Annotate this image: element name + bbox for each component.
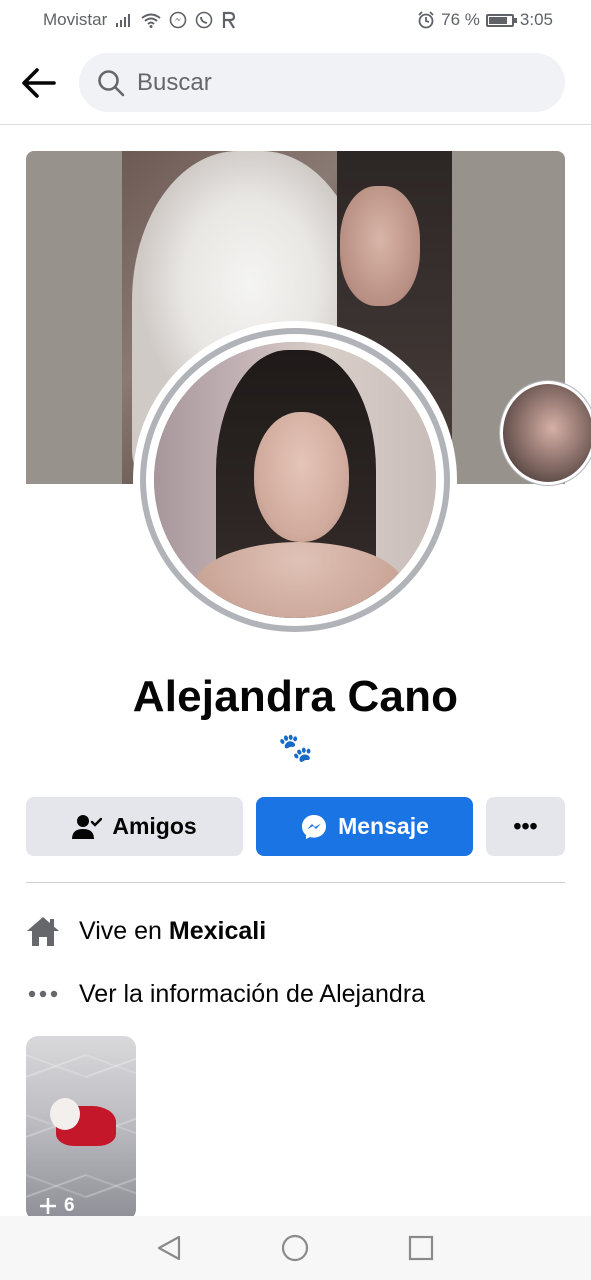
profile-picture[interactable] bbox=[133, 321, 457, 639]
search-icon bbox=[98, 69, 125, 96]
status-left: Movistar bbox=[43, 10, 237, 30]
battery-fill bbox=[488, 16, 508, 24]
alarm-icon bbox=[417, 11, 435, 29]
cover-person-face bbox=[340, 186, 420, 306]
system-navigation-bar bbox=[0, 1216, 591, 1280]
chat-head-avatar[interactable] bbox=[500, 381, 591, 485]
carrier-label: Movistar bbox=[43, 10, 108, 29]
profile-actions: Amigos Mensaje ••• bbox=[26, 797, 565, 856]
home-icon bbox=[26, 914, 60, 948]
photo-count-badge: 6 bbox=[40, 1195, 75, 1217]
back-button[interactable] bbox=[18, 62, 60, 104]
lives-in-prefix: Vive en bbox=[79, 916, 169, 945]
featured-photo-thumbnail[interactable]: 6 bbox=[26, 1036, 136, 1221]
nav-home-icon bbox=[281, 1234, 309, 1262]
nav-back-icon bbox=[157, 1235, 181, 1261]
more-options-button[interactable]: ••• bbox=[486, 797, 565, 856]
whatsapp-icon bbox=[195, 11, 213, 29]
nav-recent-button[interactable] bbox=[405, 1232, 437, 1264]
profile-picture-image bbox=[154, 342, 436, 618]
friend-check-icon bbox=[72, 814, 103, 839]
search-bar[interactable] bbox=[79, 53, 565, 112]
profile-page: Movistar 76 % 3:05 Buscar Alejandra Cano… bbox=[0, 0, 591, 1280]
profile-picture-ring bbox=[140, 328, 450, 632]
profile-name: Alejandra Cano bbox=[132, 672, 459, 721]
plus-icon bbox=[40, 1198, 56, 1214]
friends-label: Amigos bbox=[112, 813, 197, 839]
detail-lives-in: Vive en Mexicali bbox=[26, 911, 565, 951]
more-options-label: ••• bbox=[513, 813, 538, 839]
arrow-left-icon bbox=[22, 68, 56, 98]
status-right: 76 % 3:05 bbox=[417, 10, 553, 30]
see-about-info-link[interactable]: Ver la información de Alejandra bbox=[26, 974, 565, 1014]
nav-recent-icon bbox=[408, 1235, 434, 1261]
section-divider bbox=[26, 882, 565, 883]
friends-button[interactable]: Amigos bbox=[26, 797, 243, 856]
messenger-icon bbox=[302, 814, 327, 839]
photo-puppy-head bbox=[50, 1098, 80, 1130]
nav-back-button[interactable] bbox=[153, 1232, 185, 1264]
app-r-icon bbox=[221, 11, 237, 29]
battery-icon bbox=[485, 13, 517, 27]
see-about-info-label: Ver la información de Alejandra bbox=[79, 979, 426, 1008]
message-label: Mensaje bbox=[338, 813, 429, 839]
nav-home-button[interactable] bbox=[279, 1232, 311, 1264]
signal-icon bbox=[115, 13, 133, 27]
search-input[interactable] bbox=[137, 68, 537, 97]
status-bar: Movistar 76 % 3:05 bbox=[0, 0, 591, 40]
messenger-icon bbox=[169, 11, 187, 29]
profile-bio: 🐾 bbox=[278, 732, 313, 763]
battery-percent: 76 % bbox=[441, 10, 480, 29]
profile-picture-face bbox=[254, 412, 349, 542]
more-horizontal-icon bbox=[26, 977, 60, 1011]
lives-in-city[interactable]: Mexicali bbox=[169, 917, 266, 946]
photo-count: 6 bbox=[64, 1195, 75, 1216]
clock: 3:05 bbox=[519, 10, 553, 29]
search-header bbox=[0, 40, 591, 125]
message-button[interactable]: Mensaje bbox=[256, 797, 473, 856]
wifi-icon bbox=[141, 13, 161, 28]
